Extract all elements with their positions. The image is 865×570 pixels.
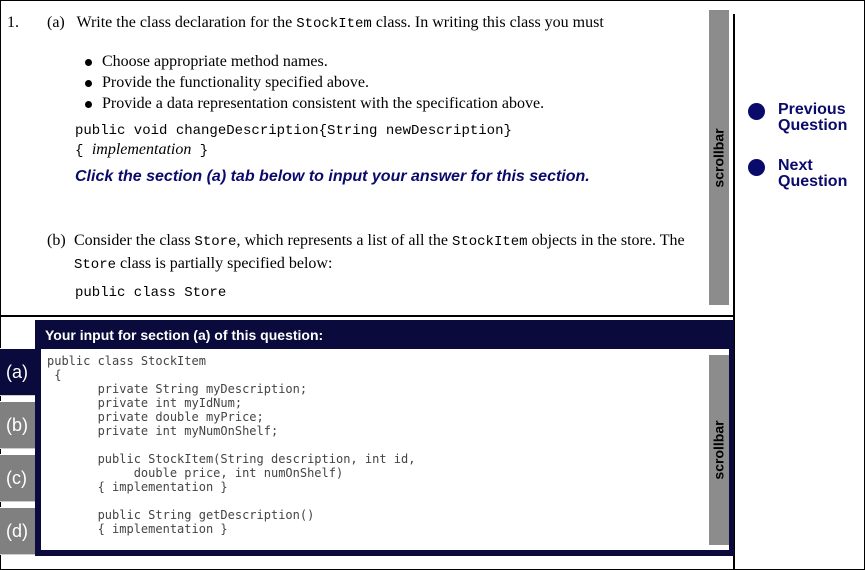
question-number: 1. [7, 14, 19, 31]
part-a-intro: (a) Write the class declaration for the … [47, 14, 604, 32]
next-question-button[interactable]: Next Question [748, 158, 847, 190]
previous-question-button[interactable]: Previous Question [748, 102, 847, 134]
tab-section-c[interactable]: (c) [0, 454, 35, 502]
answer-scrollbar[interactable]: scrollbar [709, 355, 729, 545]
requirements-list: Choose appropriate method names. Provide… [83, 52, 544, 115]
previous-question-label: Previous Question [778, 101, 848, 134]
scrollbar-label: scrollbar [711, 420, 728, 480]
method-body: { implementation } [75, 141, 209, 159]
question-scrollbar[interactable]: scrollbar [709, 10, 729, 305]
next-bullet-icon [748, 159, 765, 176]
tab-section-b[interactable]: (b) [0, 401, 35, 449]
section-divider [0, 315, 735, 317]
part-a-label: (a) [47, 14, 65, 31]
scrollbar-label: scrollbar [711, 127, 728, 188]
answer-header: Your input for section (a) of this quest… [45, 327, 324, 343]
part-a-intro-text: Write the class declaration for the [76, 14, 297, 31]
store-class-code: public class Store [75, 285, 227, 301]
list-item: Provide a data representation consistent… [83, 94, 544, 115]
part-b-label: (b) [47, 232, 66, 249]
implementation-placeholder: implementation [91, 141, 192, 158]
tab-instruction: Click the section (a) tab below to input… [75, 168, 590, 185]
list-item: Choose appropriate method names. [83, 52, 544, 73]
answer-text[interactable]: public class StockItem { private String … [47, 354, 415, 536]
part-b-text: (b) Consider the class Store, which repr… [47, 232, 685, 273]
previous-bullet-icon [748, 103, 765, 120]
part-a-intro-text-end: class. In writing this class you must [371, 14, 604, 31]
next-question-label: Next Question [778, 157, 848, 190]
part-a-intro-code: StockItem [296, 16, 372, 32]
tab-section-a[interactable]: (a) [0, 348, 35, 396]
answer-panel: Your input for section (a) of this quest… [35, 320, 734, 556]
answer-input[interactable]: public class StockItem { private String … [41, 349, 729, 550]
tab-section-d[interactable]: (d) [0, 507, 35, 555]
method-signature: public void changeDescription{String new… [75, 123, 512, 139]
list-item: Provide the functionality specified abov… [83, 73, 544, 94]
